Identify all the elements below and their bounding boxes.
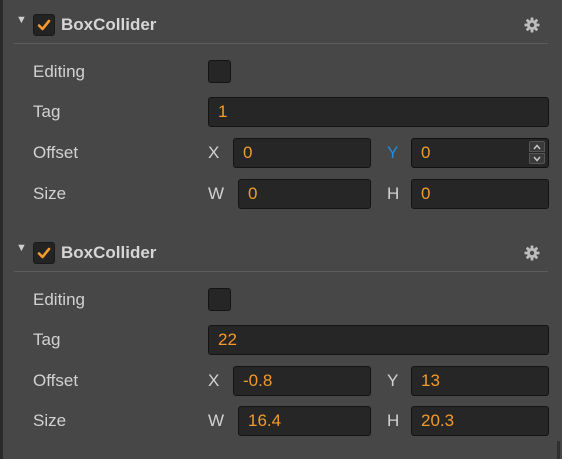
size-h-label: H	[387, 411, 400, 430]
tag-label: Tag	[33, 330, 61, 349]
offset-y-input[interactable]: 0	[411, 138, 549, 168]
gear-icon[interactable]	[524, 17, 540, 33]
box-collider-component-1: ▼ BoxCollider Editing Tag 1 Offset X 0 Y…	[0, 0, 562, 228]
tag-row: Tag 22	[0, 322, 562, 358]
editing-checkbox[interactable]	[208, 288, 231, 311]
size-row: Size W 0 H 0	[0, 176, 562, 212]
offset-y-label: Y	[387, 371, 399, 390]
chevron-up-icon	[533, 144, 541, 150]
editing-label: Editing	[33, 290, 85, 309]
editing-label: Editing	[33, 62, 85, 81]
number-stepper[interactable]	[529, 141, 545, 165]
offset-x-label: X	[208, 143, 220, 162]
offset-row: Offset X 0 Y 0	[0, 135, 562, 171]
editing-row: Editing	[0, 282, 562, 318]
fold-arrow-icon[interactable]: ▼	[16, 13, 27, 27]
size-w-input[interactable]: 16.4	[238, 406, 371, 436]
stepper-up-button[interactable]	[529, 141, 545, 152]
offset-x-input[interactable]: 0	[233, 138, 371, 168]
component-header[interactable]: ▼ BoxCollider	[0, 228, 562, 268]
checkmark-icon	[37, 247, 51, 259]
editing-row: Editing	[0, 54, 562, 90]
scrollbar[interactable]	[557, 441, 560, 459]
header-divider	[14, 271, 548, 272]
size-row: Size W 16.4 H 20.3	[0, 403, 562, 439]
size-w-label: W	[208, 184, 225, 203]
size-h-input[interactable]: 0	[411, 179, 549, 209]
fold-arrow-icon[interactable]: ▼	[16, 241, 27, 255]
header-divider	[14, 43, 548, 44]
component-enable-checkbox[interactable]	[33, 242, 55, 264]
offset-row: Offset X -0.8 Y 13	[0, 363, 562, 399]
size-label: Size	[33, 411, 67, 430]
offset-label: Offset	[33, 371, 79, 390]
stepper-down-button[interactable]	[529, 153, 545, 164]
size-w-input[interactable]: 0	[238, 179, 371, 209]
offset-y-input[interactable]: 13	[411, 366, 549, 396]
editing-checkbox[interactable]	[208, 60, 231, 83]
checkmark-icon	[37, 19, 51, 31]
component-title: BoxCollider	[61, 15, 157, 34]
tag-input[interactable]: 1	[208, 97, 549, 127]
offset-y-value: 0	[421, 143, 431, 162]
size-h-label: H	[387, 184, 400, 203]
box-collider-component-2: ▼ BoxCollider Editing Tag 22 Offset X -0…	[0, 228, 562, 459]
tag-input[interactable]: 22	[208, 325, 549, 355]
offset-x-label: X	[208, 371, 220, 390]
gear-icon[interactable]	[524, 245, 540, 261]
component-header[interactable]: ▼ BoxCollider	[0, 0, 562, 40]
offset-y-label: Y	[387, 143, 399, 162]
chevron-down-icon	[533, 156, 541, 162]
offset-x-input[interactable]: -0.8	[233, 366, 371, 396]
offset-label: Offset	[33, 143, 79, 162]
size-w-label: W	[208, 411, 225, 430]
size-label: Size	[33, 184, 67, 203]
component-enable-checkbox[interactable]	[33, 14, 55, 36]
size-h-input[interactable]: 20.3	[411, 406, 549, 436]
tag-label: Tag	[33, 102, 61, 121]
component-title: BoxCollider	[61, 243, 157, 262]
tag-row: Tag 1	[0, 94, 562, 130]
